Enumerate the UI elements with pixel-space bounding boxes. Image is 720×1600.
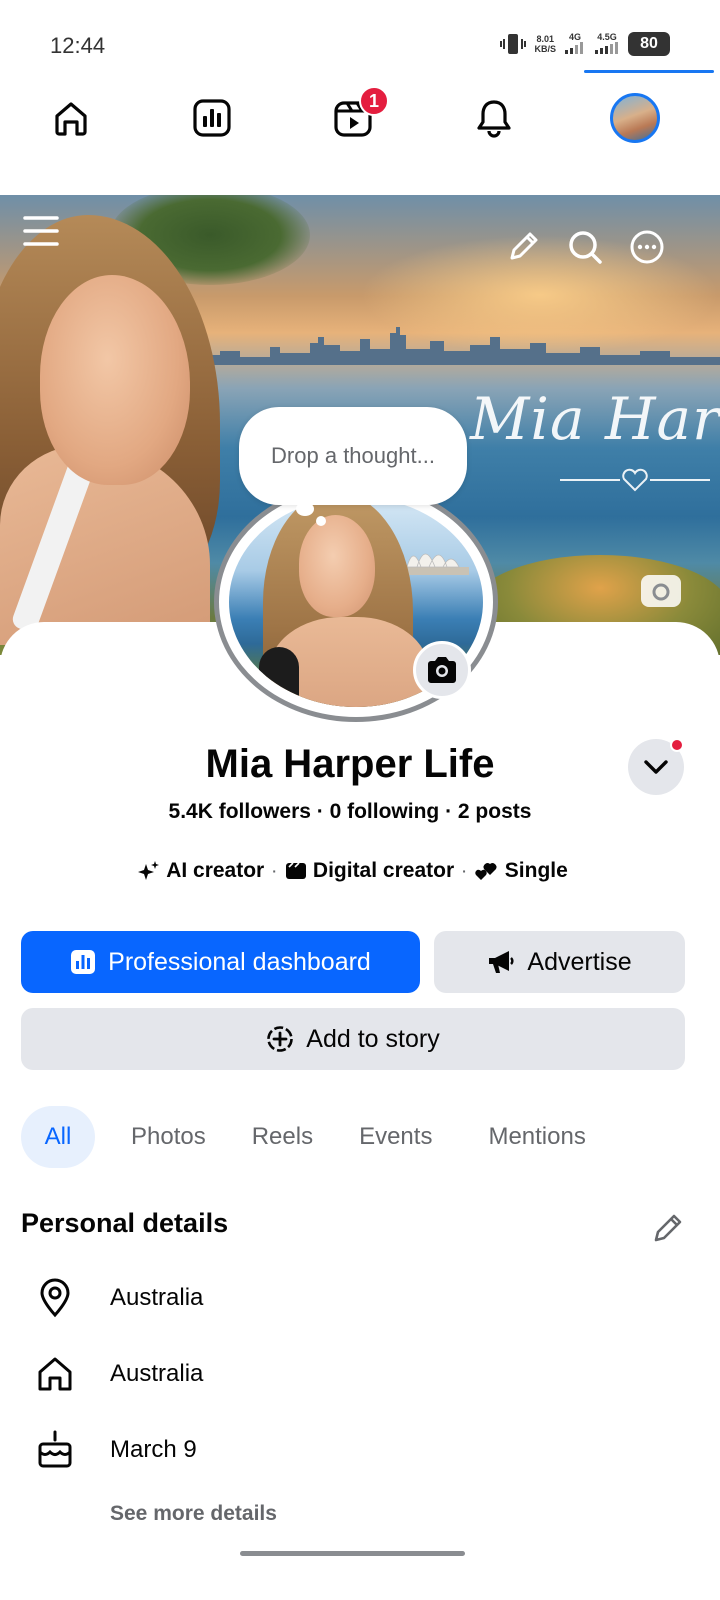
battery-indicator: 80 xyxy=(628,32,670,56)
pencil-icon xyxy=(510,232,538,260)
home-icon xyxy=(38,1357,72,1391)
profile-tabs: All Photos Reels Events Mentions xyxy=(21,1106,604,1168)
more-icon xyxy=(630,230,664,264)
pencil-icon xyxy=(654,1214,682,1242)
status-icons: 8.01 KB/S 4G 4.5G 80 xyxy=(500,32,670,56)
thought-bubble[interactable]: Drop a thought... xyxy=(239,407,467,505)
more-options-button[interactable] xyxy=(628,228,666,266)
tab-mentions[interactable]: Mentions xyxy=(450,1106,603,1168)
cover-signature: Mia Harper xyxy=(470,385,720,453)
signal-bars-icon xyxy=(565,42,583,54)
add-to-story-button[interactable]: Add to story xyxy=(21,1008,685,1070)
search-button[interactable] xyxy=(566,228,604,266)
opera-house xyxy=(399,553,469,575)
tab-all[interactable]: All xyxy=(21,1106,95,1168)
advertise-button[interactable]: Advertise xyxy=(434,931,685,993)
notification-badge: 1 xyxy=(359,86,389,116)
detail-row-birthday: March 9 xyxy=(30,1427,197,1473)
edit-profile-button[interactable] xyxy=(504,228,542,266)
net-speed: 8.01 KB/S xyxy=(534,34,556,54)
edit-cover-button[interactable] xyxy=(641,575,681,607)
professional-dashboard-button[interactable]: Professional dashboard xyxy=(21,931,420,993)
signal-4g: 4G xyxy=(564,32,586,56)
nav-reels[interactable]: 1 xyxy=(323,86,389,148)
tag-relationship: Single xyxy=(475,859,568,883)
status-time: 12:44 xyxy=(50,33,106,58)
vibrate-icon xyxy=(500,34,527,54)
sparkle-icon xyxy=(138,861,160,880)
detail-row-location: Australia xyxy=(30,1275,203,1321)
creator-icon xyxy=(285,862,306,879)
tag-ai-creator: AI creator xyxy=(138,859,264,883)
detail-row-hometown: Australia xyxy=(30,1351,203,1397)
profile-avatar xyxy=(610,93,660,143)
detail-text: March 9 xyxy=(110,1436,197,1463)
update-profile-picture-button[interactable] xyxy=(413,641,471,699)
tag-digital-creator: Digital creator xyxy=(285,859,454,883)
tab-events[interactable]: Events xyxy=(341,1106,450,1168)
profile-tags: AI creator · Digital creator · Single xyxy=(0,859,706,883)
detail-text: Australia xyxy=(110,1360,204,1387)
tab-photos[interactable]: Photos xyxy=(113,1106,224,1168)
section-title: Personal details xyxy=(21,1208,229,1238)
birthday-cake-icon xyxy=(38,1430,72,1468)
top-nav: 1 xyxy=(0,86,720,148)
nav-notifications[interactable] xyxy=(464,88,524,148)
heart-icon xyxy=(560,468,710,492)
menu-button[interactable] xyxy=(22,212,60,250)
status-underline xyxy=(584,70,714,73)
detail-text: Australia xyxy=(110,1284,204,1311)
tab-reels[interactable]: Reels xyxy=(224,1106,341,1168)
city-skyline xyxy=(200,327,720,365)
signal-45g: 4.5G xyxy=(594,32,620,56)
search-icon xyxy=(569,231,602,264)
see-more-details-link[interactable]: See more details xyxy=(110,1502,277,1526)
hamburger-icon xyxy=(23,216,59,246)
camera-icon xyxy=(652,583,670,601)
nav-profile[interactable] xyxy=(605,88,665,148)
dashboard-icon xyxy=(193,99,231,137)
home-icon xyxy=(55,102,87,136)
profile-name: Mia Harper Life xyxy=(205,742,495,786)
camera-icon xyxy=(428,657,456,683)
nav-dashboard[interactable] xyxy=(182,88,242,148)
profile-stats[interactable]: 5.4K followers · 0 following · 2 posts xyxy=(0,800,700,824)
megaphone-icon xyxy=(489,951,514,973)
edit-details-button[interactable] xyxy=(650,1210,686,1246)
dashboard-icon xyxy=(71,950,96,974)
bell-icon xyxy=(477,100,511,138)
status-bar: 12:44 8.01 KB/S 4G 4.5G 80 xyxy=(0,0,720,80)
hearts-icon xyxy=(475,863,497,880)
nav-home[interactable] xyxy=(41,88,101,148)
add-story-icon xyxy=(267,1026,294,1052)
home-indicator[interactable] xyxy=(240,1551,465,1556)
signal-bars-icon xyxy=(595,42,618,54)
location-pin-icon xyxy=(40,1278,70,1318)
